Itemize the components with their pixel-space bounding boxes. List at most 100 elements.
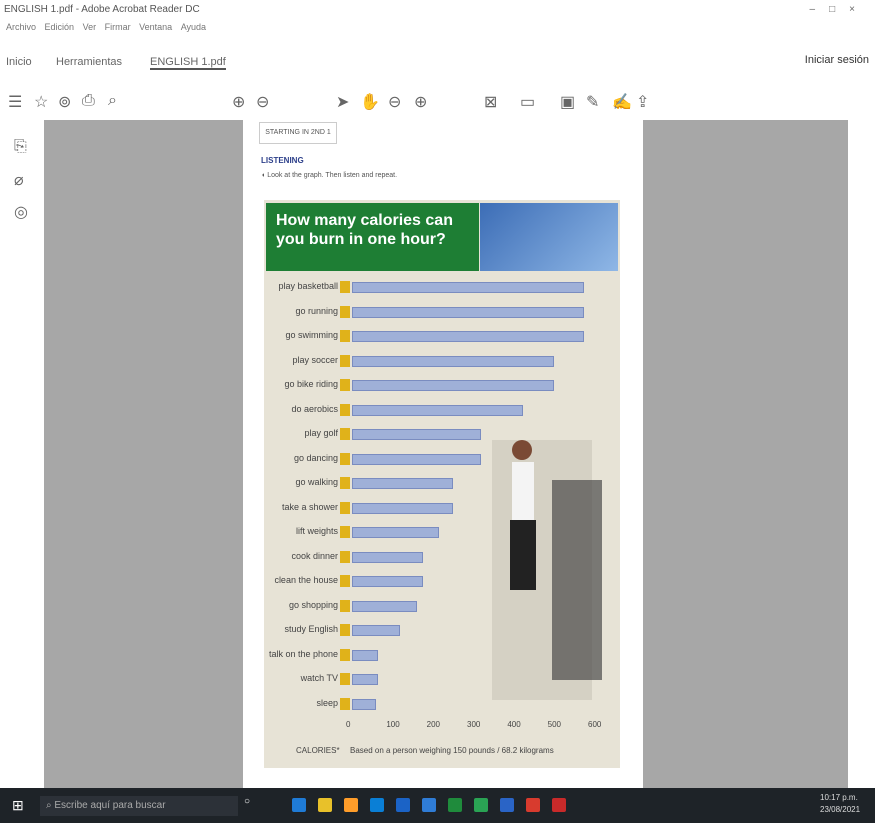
signin-link[interactable]: Iniciar sesión <box>805 54 869 66</box>
x-tick-label: 0 <box>346 720 351 729</box>
activity-icon <box>340 281 350 293</box>
prev-page-icon[interactable]: ⊕ <box>232 92 245 112</box>
star-icon[interactable]: ☆ <box>34 92 48 112</box>
category-label: lift weights <box>295 526 338 536</box>
outlook-icon[interactable] <box>422 798 436 812</box>
x-tick-label: 400 <box>507 720 521 729</box>
edge-icon[interactable] <box>370 798 384 812</box>
bar <box>352 600 417 612</box>
menu-item[interactable]: Firmar <box>105 22 131 32</box>
activity-icon <box>340 624 350 636</box>
search-placeholder: Escribe aquí para buscar <box>54 800 166 811</box>
page-icon[interactable]: ☰ <box>8 92 22 112</box>
acrobat-icon[interactable] <box>552 798 566 812</box>
activity-icon <box>340 697 350 710</box>
left-rail: ⎘ ⌀ ◎ <box>0 120 44 788</box>
category-label: take a shower <box>281 501 338 512</box>
x-axis-label: CALORIES* <box>296 746 340 755</box>
category-label: go swimming <box>285 330 338 340</box>
toolbar: ☰ ☆ ⊚ ⎙ ⌕ ⊕ ⊖ ➤ ✋ ⊖ ⊕ ⊠ ▭ ▣ ✎ ✍ ⇪ <box>0 82 875 121</box>
bar <box>352 429 482 440</box>
menu-item[interactable]: Edición <box>45 22 75 32</box>
tab-tools[interactable]: Herramientas <box>56 56 122 68</box>
activity-icon <box>340 452 350 465</box>
right-gutter <box>643 120 848 788</box>
store-icon[interactable] <box>344 798 358 812</box>
bar <box>352 674 379 685</box>
x-tick-label: 200 <box>426 720 441 729</box>
x-tick-label: 500 <box>547 720 562 729</box>
activity-icon <box>340 354 350 367</box>
comment-icon[interactable]: ▭ <box>520 92 535 112</box>
left-gutter <box>44 120 243 788</box>
bar <box>352 331 585 342</box>
attachment-icon[interactable]: ⌀ <box>14 170 24 190</box>
window-title: ENGLISH 1.pdf - Adobe Acrobat Reader DC <box>4 4 200 15</box>
menu-item[interactable]: Archivo <box>6 22 36 32</box>
menu-item[interactable]: Ayuda <box>181 22 206 32</box>
bar <box>352 282 585 293</box>
layers-icon[interactable]: ◎ <box>14 202 28 222</box>
sign-icon[interactable]: ✍ <box>612 92 632 112</box>
bar <box>352 625 401 636</box>
chrome2-icon[interactable] <box>526 798 540 812</box>
bar <box>352 649 379 661</box>
chrome-icon[interactable] <box>318 798 332 812</box>
tab-home[interactable]: Inicio <box>6 56 32 68</box>
print-icon[interactable]: ⎙ <box>82 92 95 110</box>
upload-icon[interactable]: ⊚ <box>58 92 71 112</box>
window-controls[interactable]: –□× <box>810 4 869 15</box>
fit-icon[interactable]: ⊠ <box>484 92 497 112</box>
task-view-icon[interactable]: ○ <box>244 796 250 807</box>
category-label: play soccer <box>292 354 338 365</box>
zoom-in-icon[interactable]: ⊕ <box>414 92 427 112</box>
pen-icon[interactable]: ✎ <box>586 92 599 112</box>
excel-icon[interactable] <box>448 798 462 812</box>
bar <box>352 404 524 416</box>
category-label: watch TV <box>300 673 338 683</box>
x-tick-label: 600 <box>588 720 602 729</box>
category-label: sleep <box>316 697 338 708</box>
app2-icon[interactable] <box>500 798 514 812</box>
audio-icon: ◖ <box>261 172 266 179</box>
category-label: play basketball <box>278 281 338 291</box>
category-label: go bike riding <box>284 379 338 389</box>
menu-bar: Archivo Edición Ver Firmar Ventana Ayuda <box>0 22 875 36</box>
next-page-icon[interactable]: ⊖ <box>256 92 269 112</box>
search-icon[interactable]: ⌕ <box>108 92 117 110</box>
chart: How many calories can you burn in one ho… <box>264 200 620 768</box>
cursor-icon[interactable]: ➤ <box>336 92 349 112</box>
instruction: Look at the graph. Then listen and repea… <box>267 172 398 179</box>
tab-file[interactable]: ENGLISH 1.pdf <box>150 56 226 70</box>
taskbar: ⊞ ⌕ Escribe aquí para buscar ○ 10:17 p.m… <box>0 788 875 823</box>
activity-icon <box>340 379 350 391</box>
activity-icon <box>340 428 350 440</box>
word-icon[interactable] <box>396 798 410 812</box>
taskbar-search[interactable]: ⌕ Escribe aquí para buscar <box>40 796 238 816</box>
zoom-out-icon[interactable]: ⊖ <box>388 92 401 112</box>
clock[interactable]: 10:17 p.m. 23/08/2021 <box>820 792 860 816</box>
category-label: go dancing <box>293 452 338 463</box>
plot-area: play basketball go running go swimming play… <box>264 200 620 768</box>
note-icon[interactable]: ▣ <box>560 92 575 112</box>
category-label: study English <box>284 624 338 634</box>
copy-icon[interactable]: ⎘ <box>14 138 27 156</box>
bar <box>352 380 554 391</box>
x-tick-label: 100 <box>386 720 400 729</box>
unit-label: STARTING IN 2ND 1 <box>259 122 337 144</box>
share-icon[interactable]: ⇪ <box>636 92 649 112</box>
bar <box>352 551 423 563</box>
activity-icon <box>340 526 350 538</box>
activity-icon <box>340 575 350 587</box>
activity-icon <box>340 501 350 514</box>
menu-item[interactable]: Ver <box>83 22 97 32</box>
menu-item[interactable]: Ventana <box>139 22 172 32</box>
app-icon[interactable] <box>474 798 488 812</box>
windows-start-icon[interactable]: ⊞ <box>12 797 24 814</box>
bar <box>352 527 439 538</box>
activity-icon <box>340 477 350 489</box>
bar <box>352 478 453 489</box>
hand-icon[interactable]: ✋ <box>360 92 380 112</box>
files-icon[interactable] <box>292 798 306 812</box>
activity-icon <box>340 673 350 685</box>
